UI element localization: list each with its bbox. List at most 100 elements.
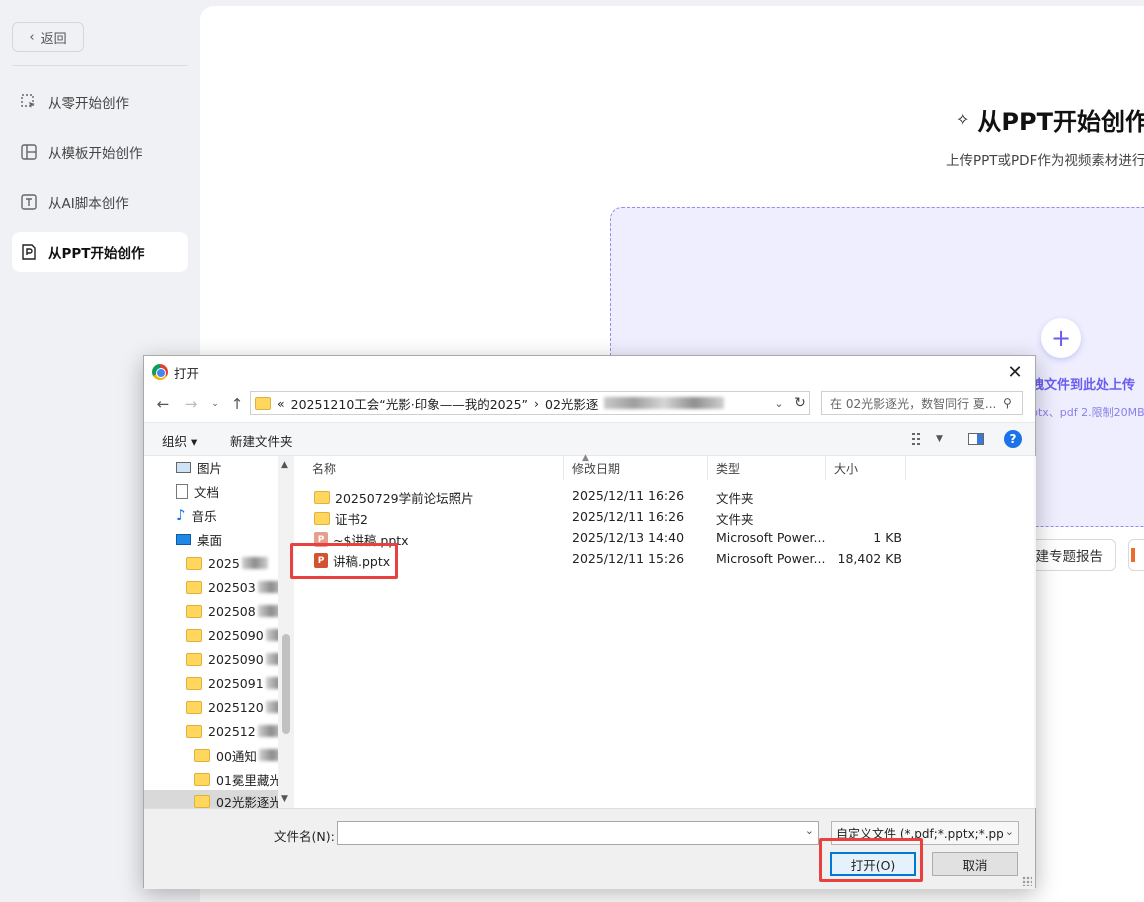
back-label: 返回 bbox=[40, 31, 67, 47]
redacted-text bbox=[241, 557, 268, 569]
dialog-titlebar: 打开 ✕ bbox=[144, 356, 1035, 388]
list-scrollbar[interactable] bbox=[1034, 456, 1036, 808]
file-type: 文件夹 bbox=[716, 512, 754, 527]
column-header-modified[interactable]: 修改日期 bbox=[564, 456, 708, 480]
address-dropdown-icon[interactable]: ⌄ bbox=[770, 391, 788, 415]
breadcrumb-segment[interactable]: 02光影逐 bbox=[545, 394, 598, 413]
recent-locations-icon[interactable]: ⌄ bbox=[206, 394, 224, 414]
file-modified: 2025/12/11 15:26 bbox=[572, 551, 685, 566]
tree-folder[interactable]: 202503 bbox=[186, 576, 284, 598]
tree-item-label: 00通知 bbox=[216, 748, 257, 764]
search-input[interactable]: 在 02光影逐光，数智同行 夏... ⚲ bbox=[821, 391, 1023, 415]
tree-item-music[interactable]: ♪ 音乐 bbox=[176, 504, 217, 526]
file-modified: 2025/12/11 16:26 bbox=[572, 509, 685, 524]
sidebar-item-from-ai-script[interactable]: 从AI脚本创作 bbox=[12, 182, 188, 222]
search-placeholder: 在 02光影逐光，数智同行 夏... bbox=[830, 396, 997, 411]
dialog-toolbar: 组织 ▾ 新建文件夹 ▼ ? bbox=[144, 422, 1035, 456]
highlight-file-selection bbox=[290, 543, 398, 579]
tree-item-label: 02光影逐光 bbox=[216, 794, 282, 809]
chevron-down-icon[interactable]: ⌄ bbox=[1002, 825, 1014, 838]
help-icon[interactable]: ? bbox=[1004, 430, 1022, 448]
sparkle-icon: ✧ bbox=[956, 110, 970, 129]
sidebar-item-label: 从模板开始创作 bbox=[48, 146, 143, 162]
tree-item-label: 202508 bbox=[208, 603, 256, 619]
tree-folder[interactable]: 2025120 bbox=[186, 696, 292, 718]
new-folder-button[interactable]: 新建文件夹 bbox=[230, 431, 293, 450]
folder-icon bbox=[194, 772, 210, 786]
tree-item-label: 2025 bbox=[208, 555, 240, 571]
folder-icon bbox=[314, 491, 330, 504]
orange-action-button[interactable] bbox=[1128, 539, 1144, 571]
sidebar-item-label: 从零开始创作 bbox=[48, 96, 129, 112]
sidebar-divider bbox=[12, 65, 188, 66]
resize-grip-icon[interactable] bbox=[1022, 876, 1032, 886]
file-type: Microsoft Power... bbox=[716, 530, 826, 545]
file-name-cell: 证书2 bbox=[314, 509, 564, 528]
tree-folder[interactable]: 2025090 bbox=[186, 624, 292, 646]
tree-folder[interactable]: 01冕里藏光 bbox=[194, 768, 282, 790]
sidebar-item-from-template[interactable]: 从模板开始创作 bbox=[12, 132, 188, 172]
file-row[interactable]: 证书2 2025/12/11 16:26 文件夹 bbox=[304, 507, 904, 528]
column-header-size[interactable]: 大小 bbox=[826, 456, 906, 480]
forward-arrow-icon[interactable]: → bbox=[182, 394, 200, 414]
breadcrumb-overflow[interactable]: « bbox=[277, 396, 285, 411]
layout-icon bbox=[20, 143, 38, 161]
tree-item-pictures[interactable]: 图片 bbox=[176, 456, 222, 478]
up-arrow-icon[interactable]: ↑ bbox=[228, 394, 246, 414]
sidebar-item-label: 从PPT开始创作 bbox=[48, 246, 145, 262]
column-header-name[interactable]: 名称 bbox=[304, 456, 564, 480]
folder-icon bbox=[255, 396, 271, 410]
file-name: 20250729学前论坛照片 bbox=[335, 491, 474, 506]
tree-item-label: 202512 bbox=[208, 723, 256, 739]
file-type: Microsoft Power... bbox=[716, 551, 826, 566]
sidebar-item-label: 从AI脚本创作 bbox=[48, 196, 129, 212]
sidebar-item-from-scratch[interactable]: 从零开始创作 bbox=[12, 82, 188, 122]
tree-folder[interactable]: 00通知 bbox=[194, 744, 285, 766]
file-name: 证书2 bbox=[335, 512, 368, 527]
filename-input[interactable]: ⌄ bbox=[337, 821, 819, 845]
scroll-down-icon[interactable]: ▼ bbox=[281, 794, 288, 804]
dialog-title: 打开 bbox=[174, 365, 200, 381]
back-arrow-icon[interactable]: ← bbox=[154, 394, 172, 414]
tree-folder[interactable]: 2025090 bbox=[186, 648, 292, 670]
sidebar-item-from-ppt[interactable]: 从PPT开始创作 bbox=[12, 232, 188, 272]
text-icon bbox=[20, 193, 38, 211]
organize-button[interactable]: 组织 ▾ bbox=[162, 431, 197, 450]
tree-folder[interactable]: 2025091 bbox=[186, 672, 292, 694]
address-bar[interactable]: « 20251210工会“光影·印象——我的2025” › 02光影逐 bbox=[250, 391, 810, 415]
back-button[interactable]: ‹ 返回 bbox=[12, 22, 84, 52]
tree-item-label: 01冕里藏光 bbox=[216, 772, 282, 788]
folder-icon bbox=[186, 676, 202, 690]
chevron-down-icon[interactable]: ⌄ bbox=[805, 824, 814, 837]
tree-item-label: 图片 bbox=[197, 460, 223, 476]
folder-icon bbox=[194, 794, 210, 808]
file-row[interactable]: 20250729学前论坛照片 2025/12/11 16:26 文件夹 bbox=[304, 486, 904, 507]
column-header-type[interactable]: 类型 bbox=[708, 456, 826, 480]
tree-item-desktop[interactable]: 桌面 bbox=[176, 528, 222, 550]
music-icon: ♪ bbox=[176, 506, 186, 524]
file-modified: 2025/12/11 16:26 bbox=[572, 488, 685, 503]
breadcrumb-segment[interactable]: 20251210工会“光影·印象——我的2025” bbox=[291, 394, 528, 413]
file-list: ▲ 名称 修改日期 类型 大小 20250729学前论坛照片 2025/12/1… bbox=[296, 453, 1036, 808]
tree-item-documents[interactable]: 文档 bbox=[176, 480, 219, 502]
scrollbar-thumb[interactable] bbox=[282, 634, 290, 734]
ppt-file-icon bbox=[20, 243, 38, 261]
page-title-text: 从PPT开始创作 bbox=[977, 108, 1144, 136]
plus-icon[interactable]: + bbox=[1041, 318, 1081, 358]
tree-item-label: 2025091 bbox=[208, 675, 264, 691]
filename-label: 文件名(N): bbox=[274, 829, 335, 844]
file-name-cell: 20250729学前论坛照片 bbox=[314, 488, 564, 507]
refresh-icon[interactable]: ↻ bbox=[790, 391, 810, 415]
file-open-dialog: 打开 ✕ ← → ⌄ ↑ « 20251210工会“光影·印象——我的2025”… bbox=[143, 355, 1036, 889]
preview-pane-icon[interactable] bbox=[968, 430, 984, 448]
view-options-icon[interactable]: ▼ bbox=[912, 430, 943, 448]
tree-folder[interactable]: 202508 bbox=[186, 600, 284, 622]
close-icon[interactable]: ✕ bbox=[1003, 360, 1027, 384]
cancel-button[interactable]: 取消 bbox=[932, 852, 1018, 876]
scroll-up-icon[interactable]: ▲ bbox=[281, 460, 288, 470]
breadcrumb-separator: › bbox=[534, 395, 540, 411]
tree-folder[interactable]: 202512 bbox=[186, 720, 284, 742]
tree-folder-selected[interactable]: 02光影逐光 bbox=[144, 790, 282, 808]
tree-scrollbar[interactable]: ▲ ▼ bbox=[278, 456, 294, 808]
tree-folder[interactable]: 2025 bbox=[186, 552, 268, 574]
